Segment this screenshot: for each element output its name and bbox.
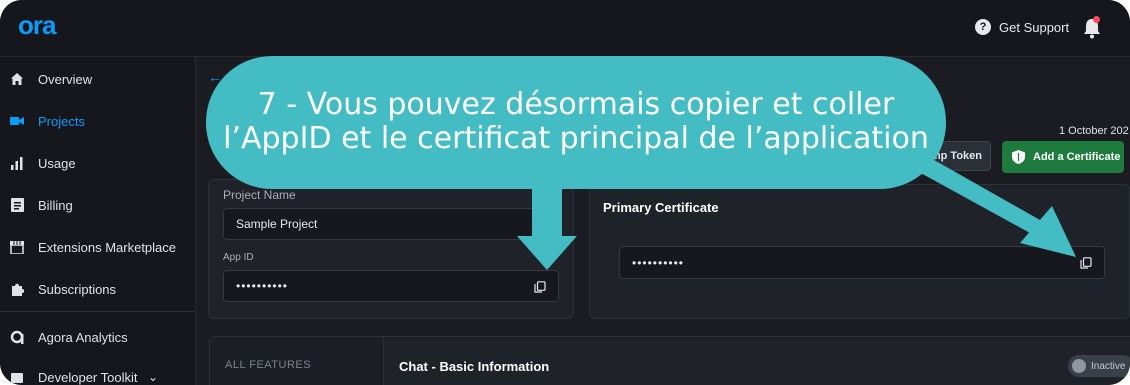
app-window: ora ? Get Support Overview Projects Usag…: [0, 0, 1130, 385]
arrow-down-head: [517, 236, 577, 270]
arrow-diagonal-shaft: [908, 152, 1040, 233]
callout-arrows: [517, 152, 1076, 270]
arrow-down-shaft: [532, 188, 562, 238]
